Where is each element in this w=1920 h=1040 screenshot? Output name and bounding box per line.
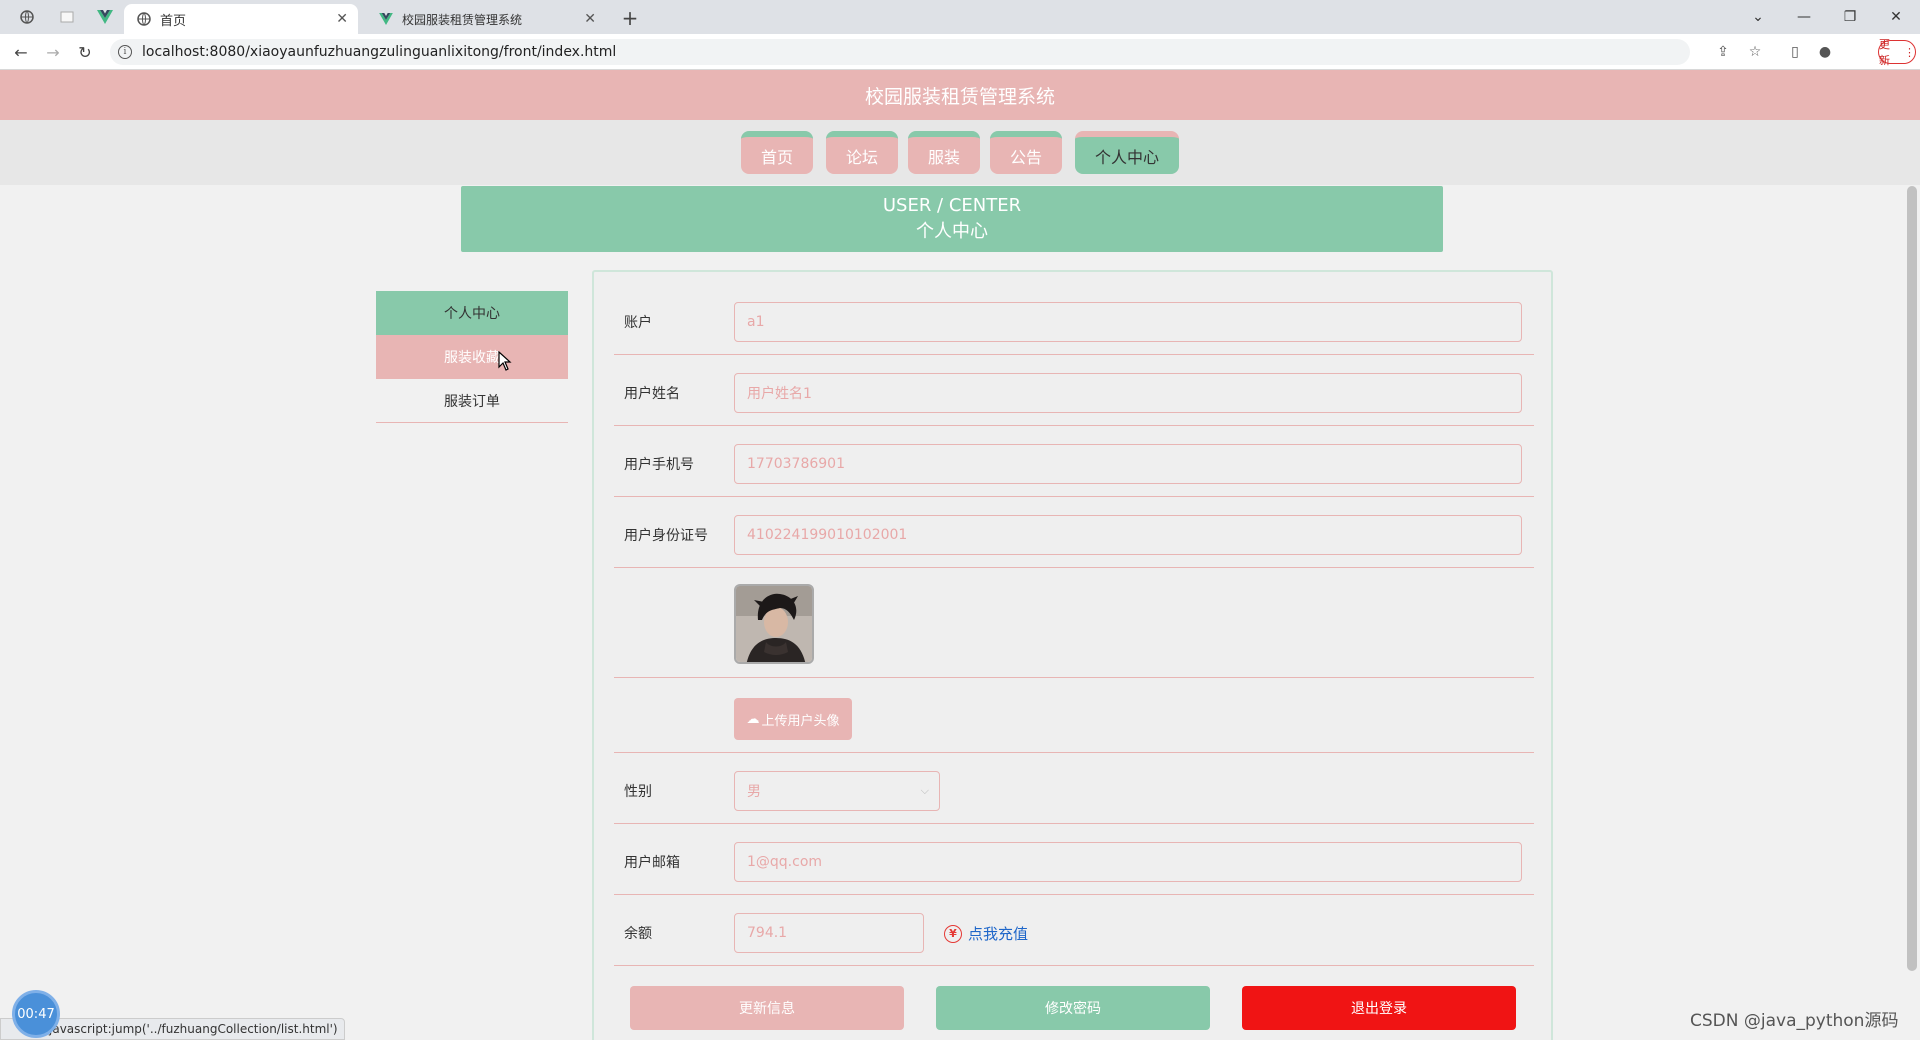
logout-button[interactable]: 退出登录: [1242, 986, 1516, 1030]
nav-forum[interactable]: 论坛: [826, 131, 898, 174]
close-tab-icon[interactable]: ✕: [336, 11, 348, 27]
browser-update-button[interactable]: 更新 ⋮: [1878, 38, 1916, 67]
id-card-label: 用户身份证号: [624, 528, 708, 544]
account-input[interactable]: a1: [734, 302, 1522, 342]
account-label: 账户: [624, 315, 652, 331]
tab-search-icon[interactable]: ⌄: [1738, 4, 1778, 30]
form-row-gender: 性别 男 ⌵: [614, 753, 1534, 824]
cloud-upload-icon: ☁: [746, 711, 760, 727]
side-item-orders[interactable]: 服装订单: [376, 379, 568, 423]
form-row-name: 用户姓名 用户姓名1: [614, 355, 1534, 426]
name-label: 用户姓名: [624, 386, 680, 402]
bookmark-star-icon[interactable]: ☆: [1744, 42, 1766, 62]
nav-clothing[interactable]: 服装: [908, 131, 980, 174]
tab-home[interactable]: 首页 ✕: [124, 4, 358, 34]
pinned-tab-blank-icon[interactable]: [52, 6, 82, 28]
browser-address-bar: ← → ↻ i localhost:8080/xiaoyaunfuzhuangz…: [0, 34, 1920, 70]
form-actions: 更新信息 修改密码 退出登录: [630, 986, 1520, 1030]
url-text: localhost:8080/xiaoyaunfuzhuangzulinguan…: [142, 44, 617, 60]
profile-icon[interactable]: ●: [1814, 42, 1836, 62]
upload-avatar-button[interactable]: ☁ 上传用户头像: [734, 698, 852, 740]
gender-value: 男: [747, 784, 761, 800]
pinned-tab-globe-icon[interactable]: [12, 6, 42, 28]
phone-label: 用户手机号: [624, 457, 694, 473]
name-input[interactable]: 用户姓名1: [734, 373, 1522, 413]
gender-select[interactable]: 男 ⌵: [734, 771, 940, 811]
avatar: [734, 584, 814, 664]
url-field[interactable]: i localhost:8080/xiaoyaunfuzhuangzulingu…: [110, 39, 1690, 65]
email-input[interactable]: 1@qq.com: [734, 842, 1522, 882]
change-password-button[interactable]: 修改密码: [936, 986, 1210, 1030]
recording-timer: 00:47: [12, 990, 60, 1038]
page-banner: USER / CENTER 个人中心: [461, 186, 1443, 252]
form-row-avatar: [614, 568, 1534, 678]
form-row-account: 账户 a1: [614, 292, 1534, 355]
restore-icon[interactable]: ❐: [1830, 4, 1870, 30]
scroll-thumb[interactable]: [1907, 186, 1917, 971]
banner-title-cn: 个人中心: [916, 221, 988, 242]
mouse-cursor-icon: [498, 351, 512, 371]
recharge-link[interactable]: ¥ 点我充值: [944, 923, 1028, 944]
page-scrollbar[interactable]: [1904, 186, 1920, 1040]
email-label: 用户邮箱: [624, 855, 680, 871]
nav-home[interactable]: 首页: [741, 131, 813, 174]
yen-icon: ¥: [944, 924, 962, 943]
update-label: 更新: [1879, 38, 1890, 67]
form-row-upload: ☁ 上传用户头像: [614, 678, 1534, 753]
tab-title: 校园服装租赁管理系统: [402, 12, 523, 27]
form-row-email: 用户邮箱 1@qq.com: [614, 824, 1534, 895]
site-info-icon[interactable]: i: [118, 45, 132, 59]
recharge-label: 点我充值: [968, 925, 1029, 943]
banner-title-en: USER / CENTER: [882, 195, 1022, 216]
tab-title: 首页: [160, 13, 187, 29]
nav-user-center[interactable]: 个人中心: [1075, 131, 1179, 174]
id-card-input[interactable]: 410224199010102001: [734, 515, 1522, 555]
nav-notice[interactable]: 公告: [990, 131, 1062, 174]
update-info-button[interactable]: 更新信息: [630, 986, 904, 1030]
minimize-icon[interactable]: —: [1784, 4, 1824, 30]
side-item-user-center[interactable]: 个人中心: [376, 291, 568, 335]
balance-input[interactable]: 794.1: [734, 913, 924, 953]
gender-label: 性别: [624, 784, 652, 800]
browser-tab-bar: 首页 ✕ 校园服装租赁管理系统 ✕ + ⌄ — ❐ ✕: [0, 0, 1920, 34]
balance-label: 余额: [624, 926, 652, 942]
site-header: 校园服装租赁管理系统: [0, 70, 1920, 120]
close-tab-icon[interactable]: ✕: [584, 11, 596, 27]
form-row-balance: 余额 794.1 ¥ 点我充值: [614, 895, 1534, 966]
tab-system[interactable]: 校园服装租赁管理系统 ✕: [366, 4, 606, 34]
pinned-tab-vue-icon[interactable]: [90, 6, 120, 28]
main-nav: 首页 论坛 服装 公告 个人中心: [0, 120, 1920, 185]
forward-icon[interactable]: →: [40, 40, 66, 64]
side-menu: 个人中心 服装收藏 服装订单: [376, 291, 568, 423]
vue-icon: [378, 11, 394, 27]
site-title: 校园服装租赁管理系统: [864, 85, 1055, 108]
form-row-phone: 用户手机号 17703786901: [614, 426, 1534, 497]
upload-label: 上传用户头像: [761, 713, 840, 729]
reload-icon[interactable]: ↻: [72, 40, 98, 64]
form-row-id-card: 用户身份证号 410224199010102001: [614, 497, 1534, 568]
side-item-collection[interactable]: 服装收藏: [376, 335, 568, 379]
globe-icon: [136, 11, 152, 27]
user-form-panel: 账户 a1 用户姓名 用户姓名1 用户手机号 17703786901 用户身份证…: [592, 270, 1553, 1040]
share-icon[interactable]: ⇪: [1712, 42, 1734, 62]
chevron-down-icon: ⌵: [920, 784, 929, 797]
new-tab-button[interactable]: +: [616, 4, 644, 32]
watermark: CSDN @java_python源码: [1690, 1011, 1899, 1031]
phone-input[interactable]: 17703786901: [734, 444, 1522, 484]
close-window-icon[interactable]: ✕: [1876, 4, 1916, 30]
back-icon[interactable]: ←: [8, 40, 34, 64]
side-panel-icon[interactable]: ▯: [1784, 42, 1806, 62]
